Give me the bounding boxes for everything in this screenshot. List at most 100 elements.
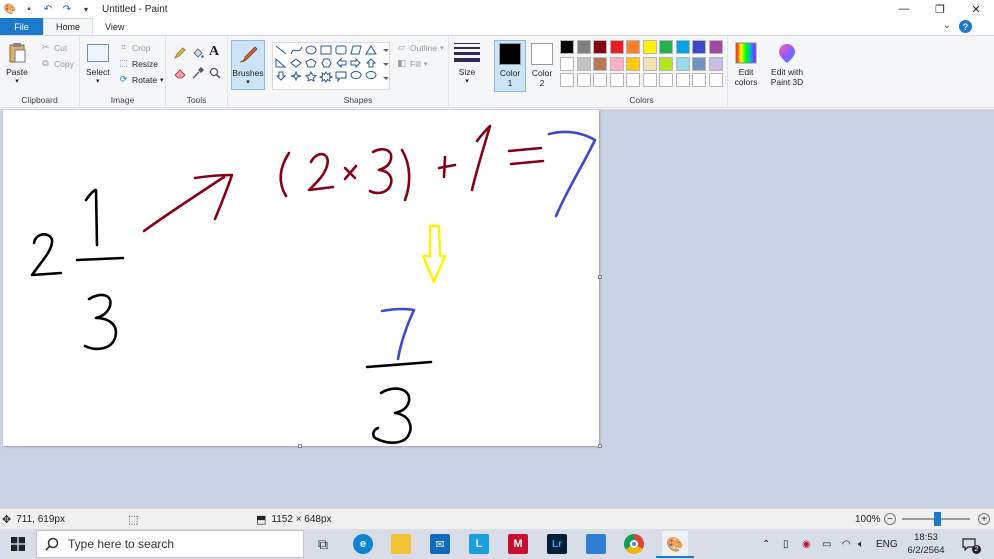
color-swatch[interactable] (609, 40, 624, 54)
color-swatch[interactable] (626, 40, 640, 54)
color-swatch[interactable] (560, 56, 574, 71)
brushes-button[interactable]: Brushes ▾ (231, 40, 265, 90)
close-button[interactable]: ✕ (958, 0, 994, 18)
select-button[interactable]: Select ▾ (86, 44, 110, 85)
notification-center-button[interactable]: 2 (960, 535, 981, 554)
wifi-icon[interactable]: ◠ (842, 539, 851, 550)
outline-button[interactable]: ▱ Outline ▾ (396, 42, 443, 53)
text-tool-icon[interactable]: A (209, 44, 219, 60)
edit-with-paint-3d-button[interactable]: Edit with Paint 3D (767, 42, 807, 87)
copy-button[interactable]: ⧉ Copy (40, 58, 74, 69)
color-1-button[interactable]: Color 1 (494, 40, 526, 92)
color-swatch[interactable] (692, 40, 706, 54)
color-swatch[interactable] (659, 56, 673, 71)
color-swatch[interactable] (675, 73, 690, 87)
color-swatch[interactable] (560, 40, 574, 54)
tab-file[interactable]: File (0, 18, 43, 35)
lightroom-icon[interactable]: Lr (547, 534, 567, 554)
taskbar-clock[interactable]: 18:53 6/2/2564 (904, 531, 948, 557)
shapes-gallery[interactable] (272, 42, 390, 90)
color-swatch[interactable] (659, 73, 673, 87)
file-explorer-icon[interactable] (391, 534, 411, 554)
fill-bucket-icon[interactable] (192, 47, 204, 59)
color-swatch[interactable] (593, 56, 607, 71)
tray-app-icon[interactable]: ▯ (783, 539, 789, 550)
color-swatch[interactable] (692, 56, 706, 71)
color-swatch[interactable] (692, 73, 706, 87)
resize-handle-bottom[interactable] (298, 444, 302, 448)
eraser-icon[interactable] (174, 67, 186, 79)
color-swatch[interactable] (675, 56, 690, 71)
tray-chevron-icon[interactable]: ⌃ (762, 539, 770, 550)
chrome-icon[interactable] (624, 534, 644, 554)
minimize-button[interactable]: — (886, 0, 922, 18)
battery-icon[interactable]: ▭ (822, 539, 831, 550)
tray-sync-icon[interactable]: ◉ (802, 539, 811, 550)
color-picker-icon[interactable] (192, 67, 204, 79)
resize-handle-right[interactable] (598, 275, 602, 279)
rotate-button[interactable]: ⟳ Rotate ▾ (118, 74, 164, 85)
select-dropdown-icon[interactable]: ▾ (96, 77, 100, 85)
paste-button[interactable]: Paste ▾ (6, 42, 28, 85)
color-swatch[interactable] (659, 40, 673, 54)
color-swatch[interactable] (708, 40, 723, 54)
zoom-out-icon[interactable]: − (884, 513, 896, 525)
paste-dropdown-icon[interactable]: ▾ (15, 77, 19, 85)
color-swatch[interactable] (675, 40, 690, 54)
customize-quick-access-icon[interactable]: ▾ (80, 3, 92, 15)
drawing-canvas[interactable] (3, 110, 599, 446)
task-view-icon[interactable]: ⧉ (313, 534, 333, 554)
resize-button[interactable]: ⬚ Resize (118, 58, 158, 69)
magnifier-icon[interactable] (209, 67, 221, 79)
l-app-icon[interactable]: L (469, 534, 489, 554)
volume-icon[interactable]: 🔈︎ (858, 539, 864, 550)
color-swatch[interactable] (609, 73, 624, 87)
color-swatch[interactable] (642, 40, 657, 54)
color-swatch[interactable] (593, 73, 607, 87)
color-swatch[interactable] (576, 73, 591, 87)
app-icon[interactable] (586, 534, 606, 554)
color-swatch[interactable] (708, 73, 723, 87)
taskbar-search-box[interactable]: Type here to search (36, 530, 304, 558)
color-swatch[interactable] (576, 56, 591, 71)
color-swatch[interactable] (642, 73, 657, 87)
zoom-in-icon[interactable]: + (978, 513, 990, 525)
color-swatch[interactable] (609, 56, 624, 71)
color-swatch[interactable] (626, 73, 640, 87)
edge-browser-icon[interactable]: e (353, 534, 373, 554)
start-button[interactable] (0, 529, 36, 559)
color-swatch[interactable] (576, 40, 591, 54)
fill-button[interactable]: ◧ Fill ▾ (396, 58, 427, 69)
zoom-slider-thumb[interactable] (934, 512, 941, 526)
pencil-icon[interactable] (174, 47, 186, 59)
mail-icon[interactable]: ✉ (430, 534, 450, 554)
edit-colors-button[interactable]: Edit colors (731, 42, 761, 87)
mcafee-icon[interactable]: M (508, 534, 528, 554)
collapse-ribbon-icon[interactable]: ⌄ (943, 20, 951, 33)
paint-taskbar-icon[interactable]: 🎨 (662, 531, 688, 557)
undo-icon[interactable]: ↶ (42, 3, 54, 15)
color-swatch[interactable] (642, 56, 657, 71)
language-indicator[interactable]: ENG (876, 539, 898, 550)
resize-handle-corner[interactable] (598, 444, 602, 448)
rotate-dropdown-icon[interactable]: ▾ (160, 76, 164, 84)
help-icon[interactable]: ? (959, 20, 972, 33)
tab-view[interactable]: View (93, 18, 136, 35)
cut-button[interactable]: ✂ Cut (40, 42, 68, 53)
brushes-dropdown-icon[interactable]: ▾ (246, 78, 250, 86)
size-button[interactable]: Size ▾ (454, 42, 480, 85)
colors-label: Colors (629, 95, 654, 105)
save-icon[interactable]: ▪ (23, 3, 35, 15)
color-swatch[interactable] (626, 56, 640, 71)
crop-button[interactable]: ⌗ Crop (118, 42, 150, 53)
color-swatch[interactable] (560, 73, 574, 87)
color-2-button[interactable]: Color 2 (528, 43, 556, 88)
redo-icon[interactable]: ↷ (61, 3, 73, 15)
color-2-swatch (531, 43, 553, 65)
tab-home[interactable]: Home (43, 18, 94, 35)
color-swatch[interactable] (708, 56, 723, 71)
color-swatch[interactable] (593, 40, 607, 54)
ribbon: Paste ▾ ✂ Cut ⧉ Copy Clipboard Select ▾ … (0, 35, 994, 108)
size-group: Size ▾ (449, 36, 490, 108)
maximize-button[interactable]: ❐ (922, 0, 958, 18)
